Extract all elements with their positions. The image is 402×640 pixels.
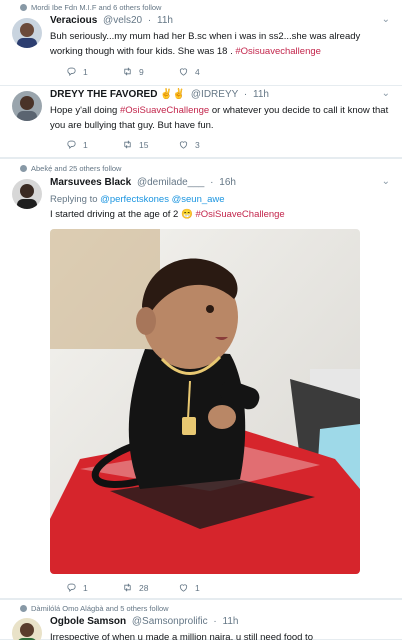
handle[interactable]: @vels20: [103, 15, 142, 26]
like-button[interactable]: 4: [178, 66, 232, 77]
separator-dot: ·: [147, 15, 152, 26]
avatar[interactable]: [12, 618, 42, 640]
hashtag-link[interactable]: #OsiSuaveChallenge: [120, 105, 209, 116]
reply-button[interactable]: 1: [66, 582, 120, 593]
separator-dot: ·: [243, 89, 248, 100]
separator-dot: ·: [210, 177, 214, 188]
tweet-header: Marsuvees Black @demilade___ · 16h: [50, 177, 236, 188]
tweet-text: Irrespective of when u made a million na…: [50, 632, 313, 640]
timestamp[interactable]: 11h: [223, 616, 239, 627]
laugh-emoji: 😁: [180, 209, 193, 220]
reply-icon: [67, 67, 76, 76]
reply-icon: [67, 140, 76, 149]
tweet-text: Hope y'all doing #OsiSuaveChallenge or w…: [50, 105, 389, 131]
separator-dot: ·: [213, 616, 217, 627]
display-name[interactable]: DREYY THE FAVORED ✌✌: [50, 89, 188, 100]
like-icon: [179, 584, 188, 592]
tweet-actions: 1 28 1: [66, 582, 232, 593]
social-context: Abek̀ẹ́ and 25 others follow: [20, 164, 121, 173]
social-context: Dàmilólá Omo Alágbà and 5 others follow: [20, 604, 169, 613]
social-context-text: Mordi Ibe Fdn M.I.F and 6 others follow: [31, 3, 162, 12]
mention-link[interactable]: @seun_awe: [172, 194, 225, 205]
avatar[interactable]: [12, 18, 42, 48]
like-count: 4: [195, 66, 200, 77]
retweet-count: 9: [139, 66, 144, 77]
timestamp[interactable]: 16h: [219, 177, 236, 188]
tweet-header: Veracious @vels20 · 11h: [50, 15, 173, 26]
retweet-count: 15: [139, 139, 149, 150]
tweet-card[interactable]: Mordi Ibe Fdn M.I.F and 6 others follow …: [0, 0, 402, 86]
retweet-icon: [124, 140, 131, 149]
like-button[interactable]: 3: [178, 139, 232, 150]
display-name[interactable]: Veracious: [50, 15, 97, 26]
person-icon: [20, 605, 27, 612]
avatar[interactable]: [12, 179, 42, 209]
retweet-icon: [124, 583, 131, 592]
tweet-text: I started driving at the age of 2 😁 #Osi…: [50, 209, 285, 220]
more-caret-icon[interactable]: ⌄: [382, 14, 390, 25]
like-button[interactable]: 1: [178, 582, 232, 593]
retweet-button[interactable]: 15: [122, 139, 176, 150]
tweet-photo[interactable]: [50, 229, 360, 574]
social-context-text: Abek̀ẹ́ and 25 others follow: [31, 164, 122, 173]
tweet-card[interactable]: Dàmilólá Omo Alágbà and 5 others follow …: [0, 600, 402, 640]
display-name[interactable]: Ogbole Samson: [50, 616, 126, 627]
mention-link[interactable]: @perfectskones: [100, 194, 169, 205]
more-caret-icon[interactable]: ⌄: [382, 88, 390, 99]
tweet-header: DREYY THE FAVORED ✌✌ @IDREYY · 11h: [50, 89, 269, 100]
reply-context: Replying to @perfectskones @seun_awe: [50, 194, 225, 205]
hashtag-link[interactable]: #Osisuavechallenge: [235, 46, 321, 57]
handle[interactable]: @demilade___: [137, 177, 204, 188]
name-emoji: ✌✌: [160, 89, 186, 100]
retweet-button[interactable]: 28: [122, 582, 176, 593]
tweet-text: Buh seriously...my mum had her B.sc when…: [50, 31, 361, 57]
tweet-actions: 1 15 3: [66, 139, 232, 150]
tweet-actions: 1 9 4: [66, 66, 232, 77]
display-name[interactable]: Marsuvees Black: [50, 177, 131, 188]
retweet-count: 28: [139, 582, 149, 593]
reply-button[interactable]: 1: [66, 139, 120, 150]
handle[interactable]: @Samsonprolific: [132, 616, 208, 627]
social-context: Mordi Ibe Fdn M.I.F and 6 others follow: [20, 3, 161, 12]
handle[interactable]: @IDREYY: [191, 89, 238, 100]
person-icon: [20, 4, 27, 11]
reply-count: 1: [83, 582, 88, 593]
timestamp[interactable]: 11h: [253, 89, 269, 100]
tweet-header: Ogbole Samson @Samsonprolific · 11h: [50, 616, 239, 627]
toddler-in-toy-car-image: [50, 229, 360, 574]
avatar[interactable]: [12, 91, 42, 121]
tweet-card[interactable]: Abek̀ẹ́ and 25 others follow Marsuvees B…: [0, 159, 402, 599]
reply-count: 1: [83, 139, 88, 150]
like-count: 1: [195, 582, 200, 593]
like-icon: [179, 68, 188, 76]
retweet-icon: [124, 67, 131, 76]
reply-button[interactable]: 1: [66, 66, 120, 77]
reply-count: 1: [83, 66, 88, 77]
timestamp[interactable]: 11h: [157, 15, 173, 26]
more-caret-icon[interactable]: ⌄: [382, 176, 390, 187]
social-context-text: Dàmilólá Omo Alágbà and 5 others follow: [31, 604, 169, 613]
retweet-button[interactable]: 9: [122, 66, 176, 77]
tweet-card[interactable]: DREYY THE FAVORED ✌✌ @IDREYY · 11h ⌄ Hop…: [0, 86, 402, 158]
timeline-feed: Mordi Ibe Fdn M.I.F and 6 others follow …: [0, 0, 402, 640]
reply-icon: [67, 583, 76, 592]
like-icon: [179, 141, 188, 149]
like-count: 3: [195, 139, 200, 150]
hashtag-link[interactable]: #OsiSuaveChallenge: [195, 209, 284, 220]
person-icon: [20, 165, 27, 172]
